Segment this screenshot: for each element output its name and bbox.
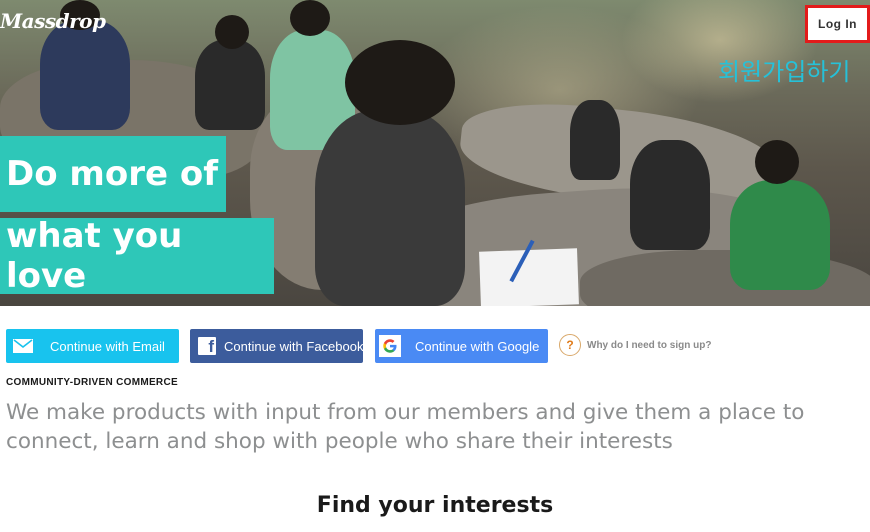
facebook-icon: f xyxy=(190,329,224,363)
logo[interactable]: Massdrop xyxy=(0,9,106,33)
section-description: We make products with input from our mem… xyxy=(6,400,805,454)
section-kicker: COMMUNITY-DRIVEN COMMERCE xyxy=(6,377,178,388)
continue-facebook-button[interactable]: f Continue with Facebook xyxy=(190,329,363,363)
hero-person xyxy=(195,40,265,130)
hero-person-writing xyxy=(315,110,465,306)
hero-person xyxy=(40,20,130,130)
hero-banner: Massdrop Log In 회원가입하기 Do more of what y… xyxy=(0,0,870,306)
hero-person-head xyxy=(755,140,799,184)
hero-person-head xyxy=(290,0,330,36)
hero-tagline-line-2: what you love xyxy=(0,216,274,296)
question-icon: ? xyxy=(559,334,581,356)
hero-person-head xyxy=(215,15,249,49)
hero-person xyxy=(570,100,620,180)
continue-google-button[interactable]: Continue with Google xyxy=(375,329,548,363)
hero-tagline-line-1: Do more of xyxy=(0,136,226,212)
login-button[interactable]: Log In xyxy=(805,5,870,43)
google-icon xyxy=(375,329,405,363)
continue-email-label: Continue with Email xyxy=(50,338,165,354)
interests-heading: Find your interests xyxy=(316,493,554,518)
continue-facebook-label: Continue with Facebook xyxy=(224,338,364,354)
envelope-icon xyxy=(6,329,40,363)
signup-annotation: 회원가입하기 xyxy=(718,58,851,86)
why-signup-label: Why do I need to sign up? xyxy=(587,339,712,351)
continue-google-label: Continue with Google xyxy=(415,338,540,354)
hero-person xyxy=(630,140,710,250)
hero-person-head xyxy=(345,40,455,125)
interests-subtext-cropped xyxy=(150,526,730,532)
hero-notebook xyxy=(479,248,579,306)
hero-person xyxy=(730,180,830,290)
why-signup-link[interactable]: ? Why do I need to sign up? xyxy=(559,334,711,356)
continue-email-button[interactable]: Continue with Email xyxy=(6,329,179,363)
